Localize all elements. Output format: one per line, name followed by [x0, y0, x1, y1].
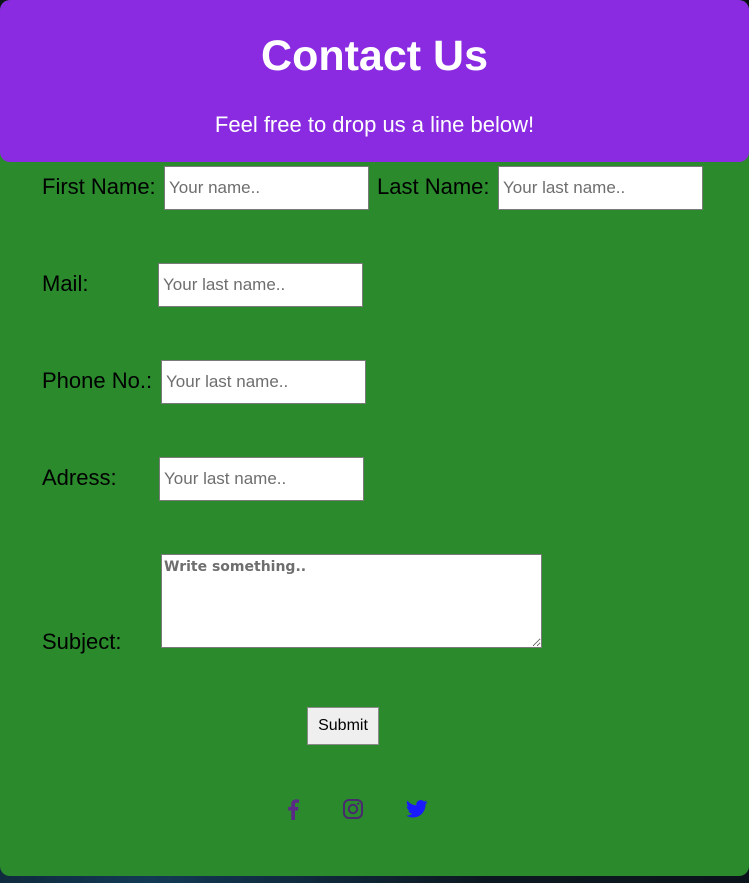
subject-label: Subject:	[42, 629, 122, 654]
page-background: Contact Us Feel free to drop us a line b…	[0, 0, 749, 883]
page-title: Contact Us	[261, 32, 488, 80]
facebook-icon	[288, 799, 299, 820]
last-name-label: Last Name:	[377, 174, 490, 199]
contact-header: Contact Us Feel free to drop us a line b…	[0, 0, 749, 162]
contact-card: Contact Us Feel free to drop us a line b…	[0, 0, 749, 876]
first-name-field[interactable]	[164, 166, 369, 210]
first-name-label: First Name:	[42, 174, 156, 199]
phone-label: Phone No.:	[42, 368, 153, 393]
instagram-link[interactable]	[340, 796, 366, 822]
address-label: Adress:	[42, 465, 117, 490]
mail-field[interactable]	[158, 263, 363, 307]
last-name-field[interactable]	[498, 166, 703, 210]
mail-label: Mail:	[42, 271, 89, 296]
phone-field[interactable]	[161, 360, 366, 404]
instagram-icon	[343, 799, 363, 819]
subject-textarea[interactable]	[161, 554, 542, 648]
page-subtitle: Feel free to drop us a line below!	[214, 112, 535, 137]
twitter-icon	[406, 800, 428, 818]
address-field[interactable]	[159, 457, 364, 501]
twitter-link[interactable]	[404, 796, 430, 822]
submit-button[interactable]: Submit	[307, 707, 379, 745]
facebook-link[interactable]	[280, 796, 306, 822]
